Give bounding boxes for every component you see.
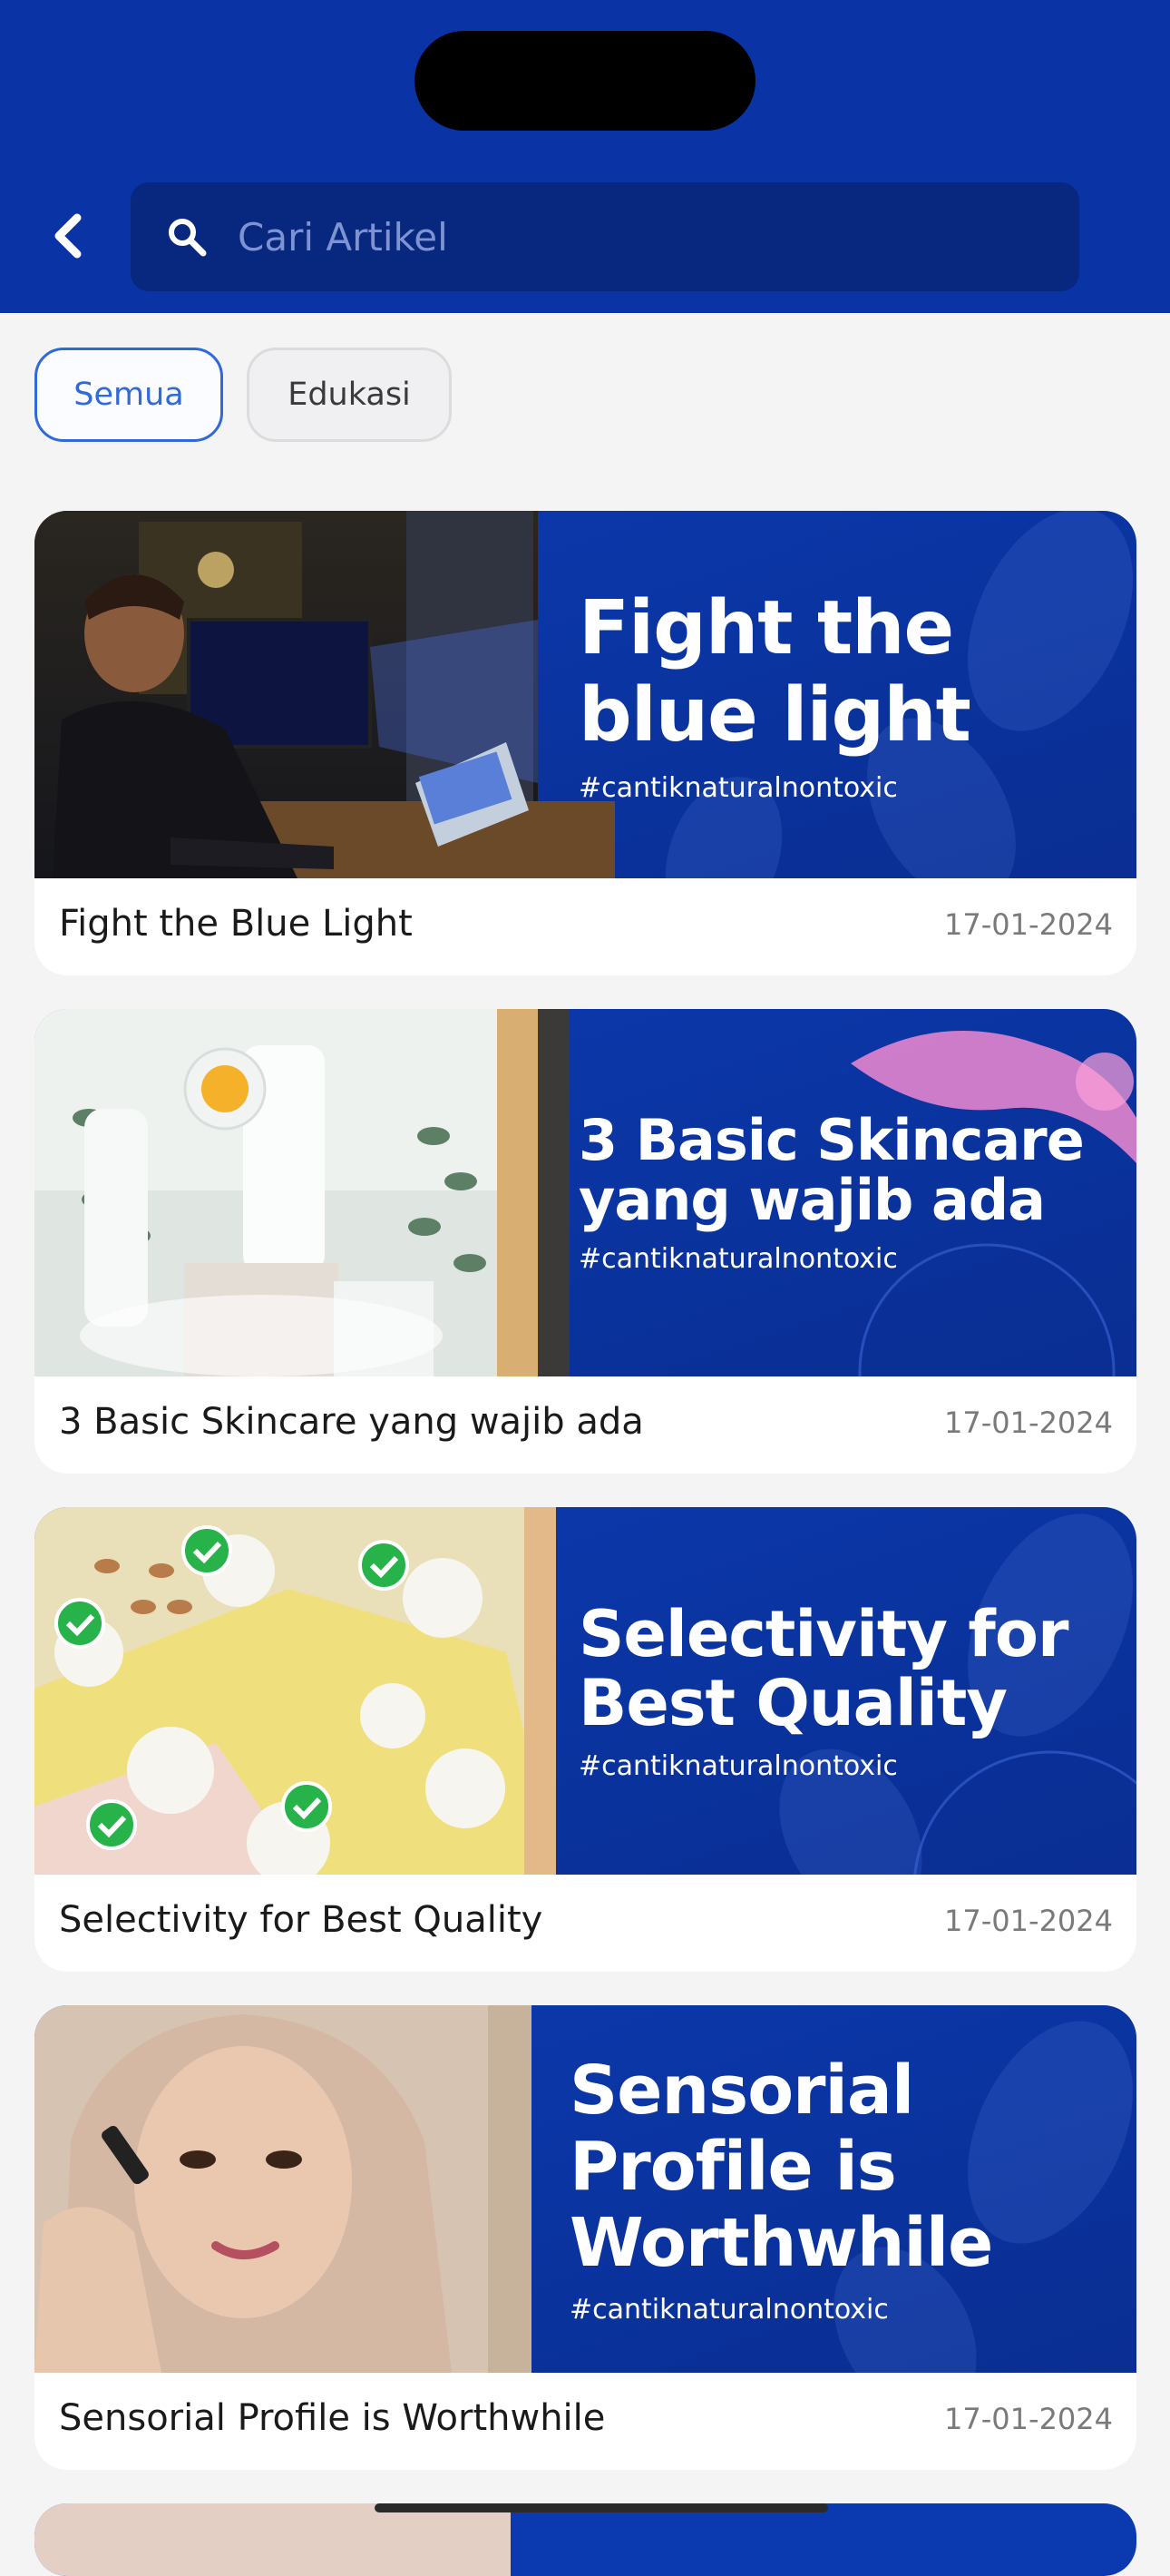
search-bar[interactable] [131,182,1079,291]
banner-title-line: Fight the [579,585,954,671]
banner-hashtag: #cantiknaturalnontoxic [579,772,898,804]
banner-title: Selectivity for Best Quality [579,1600,1068,1738]
search-icon [169,219,207,257]
banner-title: Sensorial Profile is Worthwhile [570,2052,993,2282]
banner-hashtag: #cantiknaturalnontoxic [579,1750,898,1782]
banner-title-line: Selectivity for [579,1597,1068,1671]
article-title: Fight the Blue Light [59,903,413,945]
banner-hashtag: #cantiknaturalnontoxic [579,1243,898,1275]
article-title: 3 Basic Skincare yang wajib ada [59,1401,644,1443]
banner-title-line: yang wajib ada [579,1167,1046,1233]
banner-title: 3 Basic Skincare yang wajib ada [579,1107,1085,1233]
banner-text: 3 Basic Skincare yang wajib ada #cantikn… [579,1009,1085,1376]
filter-chip-edukasi[interactable]: Edukasi [247,348,452,442]
banner-title: Fight the blue light [579,585,971,759]
article-banner: Selectivity for Best Quality #cantiknatu… [34,1507,1136,1875]
banner-title-line: Sensorial [570,2052,914,2130]
article-banner: Fight the blue light #cantiknaturalnonto… [34,511,1136,878]
article-date: 17-01-2024 [944,907,1113,942]
article-card[interactable]: 3 Basic Skincare yang wajib ada #cantikn… [34,1009,1136,1474]
banner-title-line: Profile is [570,2128,897,2206]
chevron-left-icon [54,213,82,259]
banner-title-line: Worthwhile [570,2204,993,2282]
article-card[interactable] [34,2503,1136,2576]
article-title: Selectivity for Best Quality [59,1899,543,1941]
top-app-bar [0,0,1170,313]
article-card[interactable]: Fight the blue light #cantiknaturalnonto… [34,511,1136,975]
article-banner: 3 Basic Skincare yang wajib ada #cantikn… [34,1009,1136,1376]
article-date: 17-01-2024 [944,1904,1113,1938]
filter-chip-semua[interactable]: Semua [34,348,223,442]
article-title: Sensorial Profile is Worthwhile [59,2397,606,2439]
article-card[interactable]: Sensorial Profile is Worthwhile #cantikn… [34,2005,1136,2470]
banner-title-line: Best Quality [579,1666,1008,1740]
banner-title-line: 3 Basic Skincare [579,1107,1085,1173]
sun-icon [183,1047,267,1131]
banner-hashtag: #cantiknaturalnontoxic [570,2294,889,2326]
article-date: 17-01-2024 [944,1406,1113,1440]
banner-text: Fight the blue light #cantiknaturalnonto… [579,511,971,878]
article-date: 17-01-2024 [944,2402,1113,2436]
article-banner-image [34,2503,1136,2576]
banner-text: Sensorial Profile is Worthwhile #cantikn… [570,2005,993,2373]
back-button[interactable] [36,200,100,272]
banner-title-line: blue light [579,672,971,759]
filter-chips: Semua Edukasi [34,348,452,442]
article-banner: Sensorial Profile is Worthwhile #cantikn… [34,2005,1136,2373]
banner-text: Selectivity for Best Quality #cantiknatu… [579,1507,1068,1875]
article-card[interactable]: Selectivity for Best Quality #cantiknatu… [34,1507,1136,1972]
search-input[interactable] [238,182,1054,291]
dynamic-island [414,31,756,131]
